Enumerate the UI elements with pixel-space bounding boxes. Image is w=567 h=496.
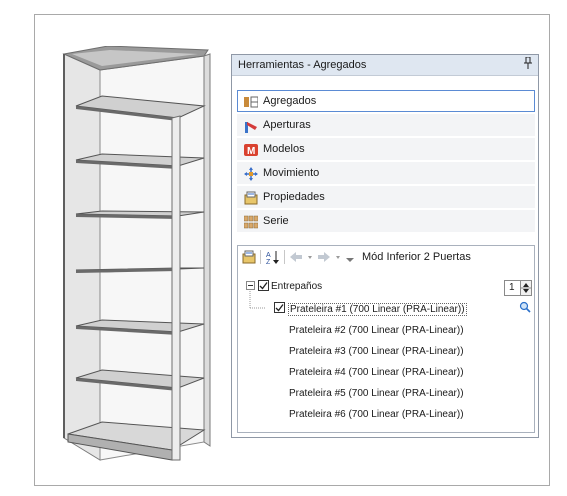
component-tree: AZ Mód Inferior 2 Puertas Entrepaños 1 P… (237, 245, 535, 433)
sort-az-icon[interactable]: AZ (266, 250, 280, 266)
aperturas-icon (244, 119, 258, 133)
svg-text:M: M (247, 146, 255, 157)
nav-item-serie[interactable]: Serie (237, 210, 535, 232)
back-arrow-icon[interactable] (290, 250, 316, 264)
tree-node-prateleira-4[interactable]: Prateleira #4 (700 Linear (PRA-Linear)) (289, 367, 464, 378)
nav-item-aperturas[interactable]: Aperturas (237, 114, 535, 136)
nav-item-label: Serie (263, 215, 289, 227)
breadcrumb-dropdown-icon[interactable] (346, 255, 354, 269)
nav-item-propiedades[interactable]: Propiedades (237, 186, 535, 208)
tree-node-entrepanos[interactable]: Entrepaños (271, 281, 322, 292)
tree-node-prateleira-3[interactable]: Prateleira #3 (700 Linear (PRA-Linear)) (289, 346, 464, 357)
tree-lines (249, 285, 266, 309)
tree-node-prateleira-6[interactable]: Prateleira #6 (700 Linear (PRA-Linear)) (289, 409, 464, 420)
nav-item-modelos[interactable]: M Modelos (237, 138, 535, 160)
nav-item-label: Aperturas (263, 119, 311, 131)
pin-icon[interactable] (524, 56, 532, 72)
nav-item-label: Agregados (263, 95, 317, 107)
properties-icon[interactable] (242, 250, 256, 264)
svg-text:Z: Z (266, 259, 271, 264)
prateleira-1-checkbox[interactable] (274, 302, 285, 313)
quantity-stepper[interactable]: 1 (504, 280, 532, 296)
nav-item-movimiento[interactable]: Movimiento (237, 162, 535, 184)
svg-text:A: A (266, 252, 271, 259)
movimiento-icon (244, 167, 258, 181)
cabinet-3d-preview[interactable] (62, 46, 212, 466)
breadcrumb[interactable]: Mód Inferior 2 Puertas (362, 251, 471, 263)
propiedades-icon (244, 191, 258, 205)
agregados-icon (244, 95, 259, 109)
quantity-value: 1 (509, 282, 515, 293)
tools-panel: Herramientas - Agregados Agregados Apert… (231, 54, 539, 438)
toolbar-divider (284, 250, 285, 264)
modelos-icon: M (244, 143, 258, 157)
nav-item-label: Movimiento (263, 167, 320, 179)
tree-node-prateleira-1[interactable]: Prateleira #1 (700 Linear (PRA-Linear)) (288, 303, 467, 316)
tree-toolbar: AZ Mód Inferior 2 Puertas (238, 246, 534, 268)
tree-node-prateleira-2[interactable]: Prateleira #2 (700 Linear (PRA-Linear)) (289, 325, 464, 336)
nav-item-label: Modelos (263, 143, 305, 155)
toolbar-divider (260, 250, 261, 264)
collapse-toggle-icon[interactable] (246, 281, 255, 290)
forward-arrow-icon[interactable] (318, 250, 344, 264)
serie-icon (243, 215, 259, 229)
entrepanos-checkbox[interactable] (258, 280, 269, 291)
panel-titlebar: Herramientas - Agregados (232, 55, 538, 76)
nav-item-label: Propiedades (263, 191, 325, 203)
panel-title: Herramientas - Agregados (238, 59, 367, 71)
search-icon[interactable] (519, 301, 531, 316)
nav-item-agregados[interactable]: Agregados (237, 90, 535, 112)
tree-node-prateleira-5[interactable]: Prateleira #5 (700 Linear (PRA-Linear)) (289, 388, 464, 399)
stepper-buttons[interactable] (520, 281, 531, 295)
